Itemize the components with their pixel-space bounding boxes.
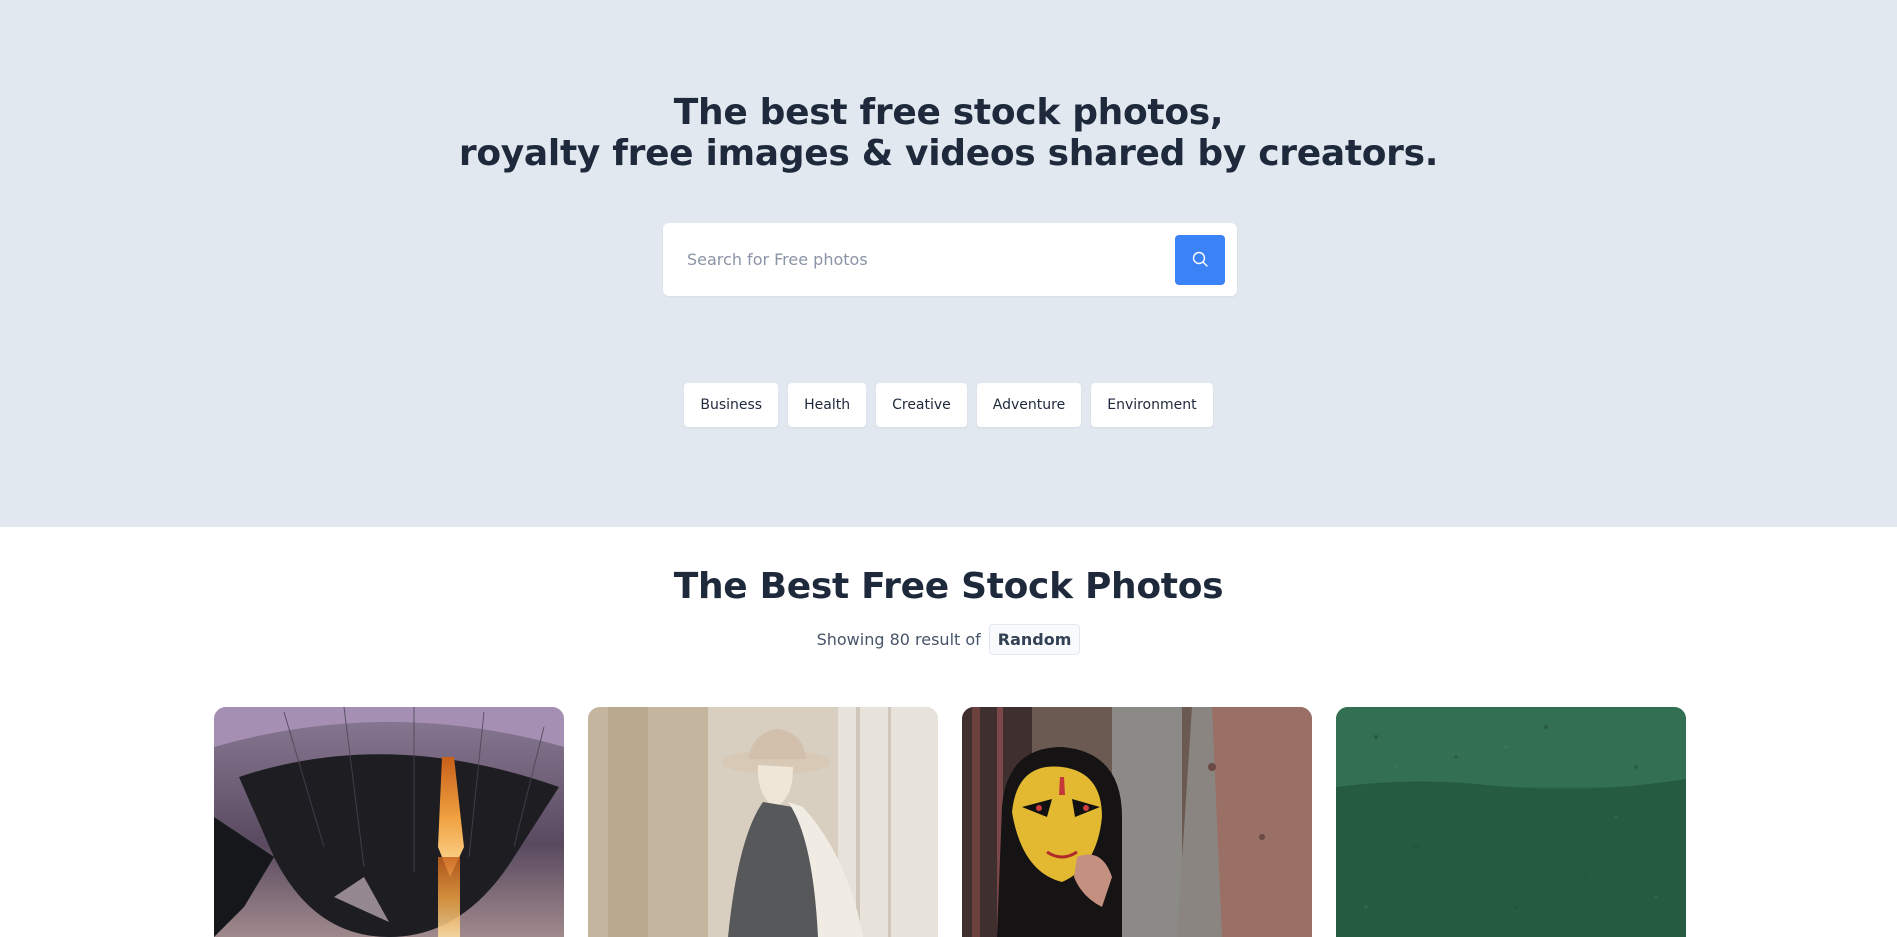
search-button[interactable] [1175, 235, 1225, 285]
tag-health[interactable]: Health [788, 383, 867, 427]
photo-grid [214, 707, 1686, 937]
search-input[interactable] [677, 239, 1107, 279]
search-box [663, 223, 1237, 296]
photo-card-green-wall[interactable] [1336, 707, 1686, 937]
hero-title-line-2: royalty free images & videos shared by c… [458, 133, 1439, 174]
tag-business[interactable]: Business [684, 383, 779, 427]
photo-card-person-with-mask[interactable] [962, 707, 1312, 937]
hero-section: The best free stock photos, royalty free… [0, 0, 1897, 527]
photo-woman-in-hat [588, 707, 938, 937]
tag-adventure[interactable]: Adventure [976, 383, 1082, 427]
photo-card-woman-in-hat[interactable] [588, 707, 938, 937]
result-summary: Showing 80 result of Random [0, 624, 1897, 655]
category-tags: Business Health Creative Adventure Envir… [0, 383, 1897, 427]
section-title: The Best Free Stock Photos [673, 566, 1224, 607]
hero-title-line-1: The best free stock photos, [673, 92, 1224, 133]
photo-card-hot-air-balloon[interactable] [214, 707, 564, 937]
tag-creative[interactable]: Creative [876, 383, 967, 427]
photo-person-with-mask [962, 707, 1312, 937]
hero-title: The best free stock photos, royalty free… [0, 92, 1897, 174]
photo-green-wall [1336, 707, 1686, 937]
photo-hot-air-balloon [214, 707, 564, 937]
tag-environment[interactable]: Environment [1091, 383, 1213, 427]
result-category-badge: Random [988, 624, 1081, 655]
search-icon [1191, 250, 1209, 271]
result-count-text: Showing 80 result of [816, 630, 981, 649]
